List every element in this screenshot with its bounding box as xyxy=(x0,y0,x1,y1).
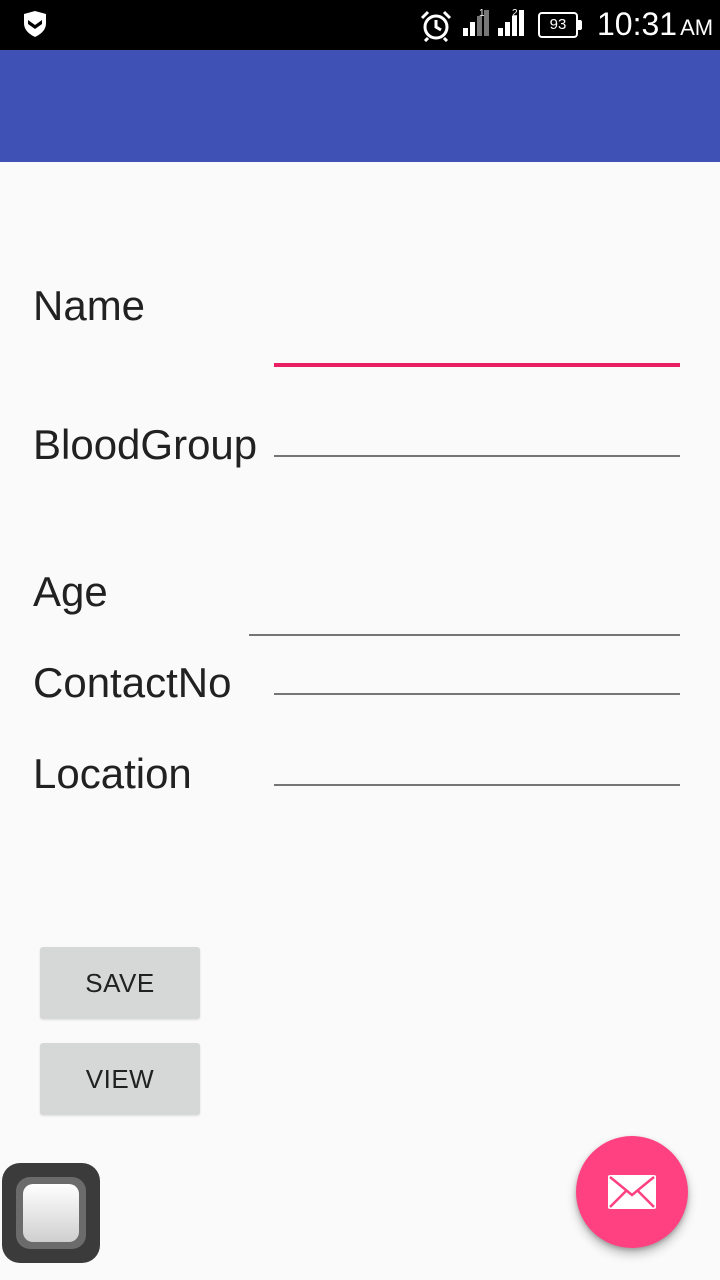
name-field[interactable] xyxy=(274,337,680,367)
email-fab-button[interactable] xyxy=(576,1136,688,1248)
clock: 10:31 AM xyxy=(597,6,713,43)
battery-icon: 93 xyxy=(538,12,582,38)
contactno-label: ContactNo xyxy=(33,659,232,706)
signal-sim2-icon: 2 xyxy=(498,8,530,42)
clock-time: 10:31 xyxy=(597,6,678,42)
svg-text:1: 1 xyxy=(479,8,485,19)
contactno-field[interactable] xyxy=(274,665,680,695)
clock-ampm: AM xyxy=(680,15,714,40)
app-bar xyxy=(0,50,720,162)
age-field[interactable] xyxy=(249,606,680,636)
bloodgroup-field-underline xyxy=(274,455,680,457)
svg-text:2: 2 xyxy=(512,8,518,19)
location-field[interactable] xyxy=(274,756,680,786)
save-button[interactable]: SAVE xyxy=(40,947,200,1019)
floating-assistive-button[interactable] xyxy=(2,1163,100,1263)
battery-level: 93 xyxy=(549,16,567,33)
age-field-underline xyxy=(249,634,680,636)
alarm-clock-icon xyxy=(420,10,452,46)
bloodgroup-label: BloodGroup xyxy=(33,421,258,468)
name-label: Name xyxy=(33,282,146,329)
name-field-underline xyxy=(274,363,680,367)
age-label: Age xyxy=(33,568,108,615)
floating-button-core xyxy=(23,1184,79,1242)
signal-sim1-icon: 1 xyxy=(463,8,495,42)
email-icon xyxy=(608,1175,656,1209)
status-bar: 1 2 93 10:31 AM xyxy=(0,0,720,50)
location-label: Location xyxy=(33,750,192,797)
bloodgroup-field[interactable] xyxy=(274,427,680,457)
view-button[interactable]: VIEW xyxy=(40,1043,200,1115)
location-field-underline xyxy=(274,784,680,786)
contactno-field-underline xyxy=(274,693,680,695)
shield-icon xyxy=(22,11,48,41)
